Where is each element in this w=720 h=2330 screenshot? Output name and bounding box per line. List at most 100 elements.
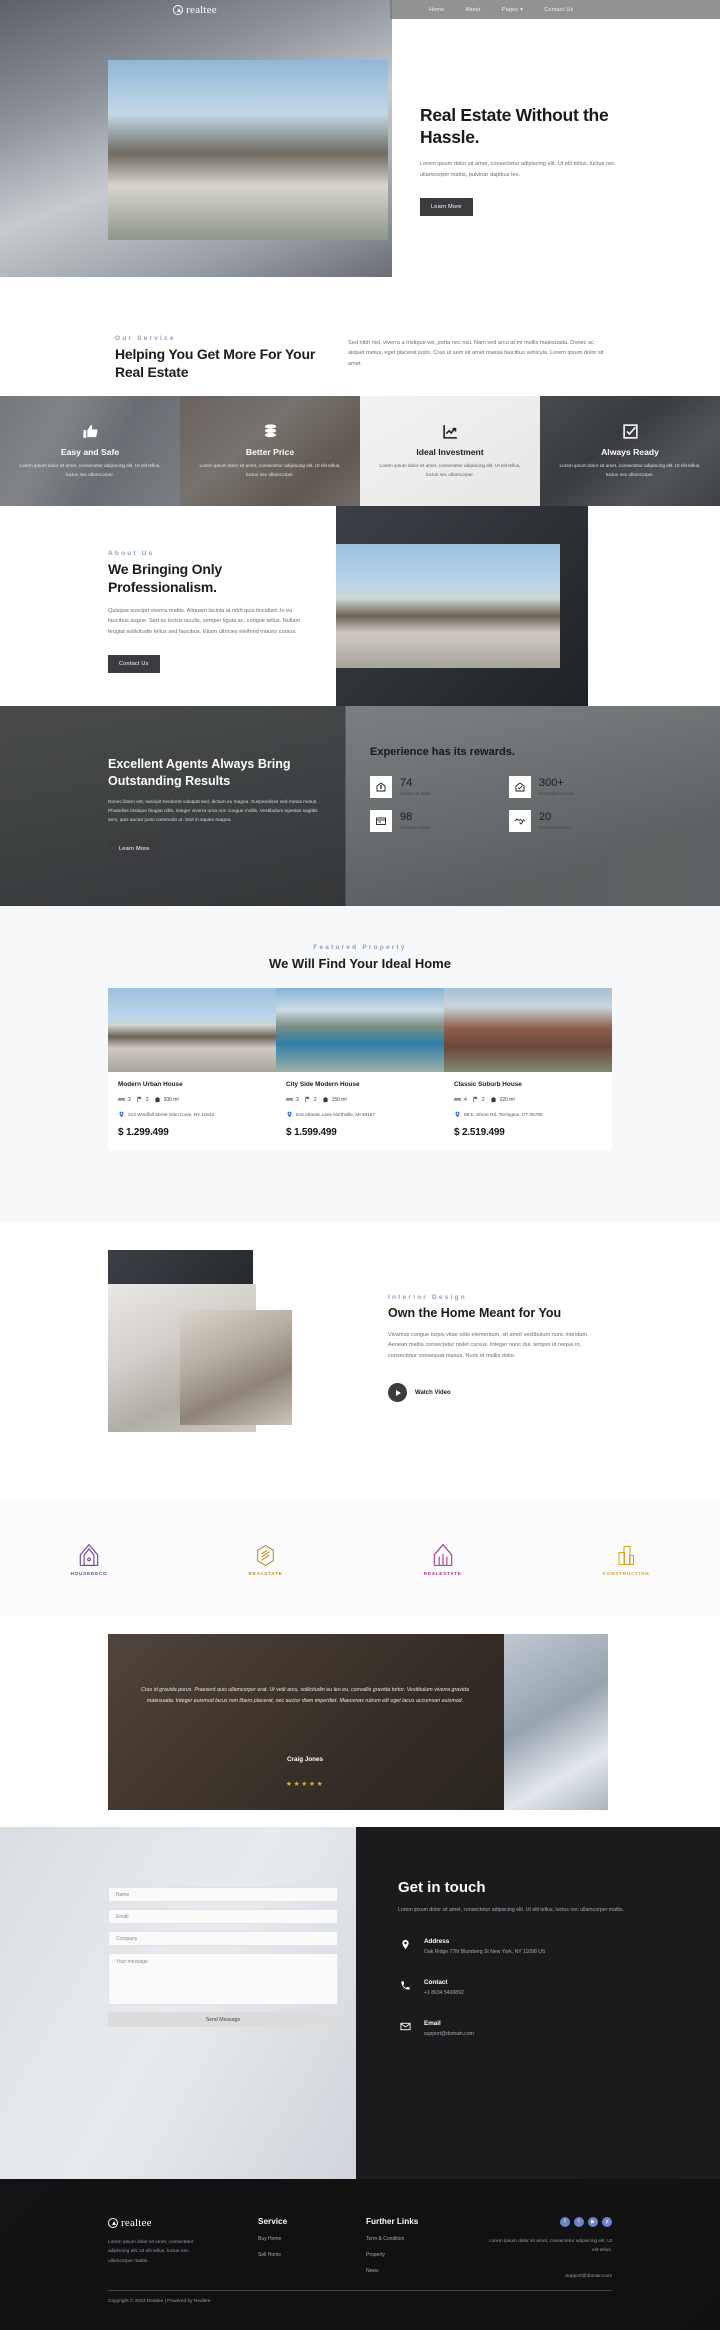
spec-area-value: 150 m² <box>331 1096 348 1103</box>
coins-icon <box>262 423 279 440</box>
spec-beds-value: 3 <box>128 1096 131 1103</box>
brand-logo-label: HOUSEDECO <box>70 1571 108 1576</box>
about-section: About Us We Bringing Only Professionalis… <box>0 506 720 706</box>
pinterest-icon[interactable]: p <box>602 2217 612 2227</box>
testimonial-side-image <box>504 1634 608 1810</box>
contact-block-value: Oak Ridge 77th Blumberg St New York, NY … <box>424 1948 546 1955</box>
about-image <box>336 544 560 668</box>
footer-about-text: Lorem ipsum dolor sit amet, consectetur … <box>108 2240 194 2264</box>
footer-link-sell-home[interactable]: Sell Home <box>258 2252 366 2258</box>
agents-learn-more-button[interactable]: Learn More <box>108 839 161 858</box>
social-links: f t ▶ p <box>484 2217 612 2227</box>
spec-area: 200 m² <box>154 1096 179 1103</box>
bath-flag-icon <box>305 1096 310 1103</box>
nav-item-pages[interactable]: Pages ▾ <box>502 7 524 13</box>
stat-value: 300+ <box>539 776 564 789</box>
about-title: We Bringing Only Professionalism. <box>108 561 222 595</box>
stat-managed-house: 300+ Managed House <box>509 776 630 798</box>
message-textarea[interactable]: Your message <box>108 1953 338 2005</box>
footer-link-news[interactable]: News <box>366 2268 484 2274</box>
about-paragraph: Quisque suscipit viverra mattis. Aliquam… <box>108 608 301 635</box>
featured-header: Featured Property We Will Find Your Idea… <box>0 906 720 971</box>
facebook-icon[interactable]: f <box>560 2217 570 2227</box>
footer-links-column: Further Links Term & Condition Property … <box>366 2217 484 2278</box>
check-square-icon <box>622 423 639 440</box>
footer-link-property[interactable]: Property <box>366 2252 484 2258</box>
service-intro-left: Our Service Helping You Get More For You… <box>115 335 325 381</box>
twitter-icon[interactable]: t <box>574 2217 584 2227</box>
service-paragraph: Sed nibh nisl, viverra a tristique vel, … <box>348 340 604 367</box>
stat-label: Home on Sale <box>400 791 431 797</box>
property-card[interactable]: City Side Modern House 3 2 150 m² 616 At… <box>276 988 444 1150</box>
spec-beds: 3 <box>286 1096 299 1103</box>
footer-social-column: f t ▶ p Lorem ipsum dolor sit amet, cons… <box>484 2217 612 2278</box>
about-eyebrow: About Us <box>108 550 155 557</box>
interior-paragraph: Vivamus congue turpis vitae odio element… <box>388 1332 589 1359</box>
property-card[interactable]: Modern Urban House 3 3 200 m² 213 Windfa… <box>108 988 276 1150</box>
service-card-ideal-investment[interactable]: Ideal Investment Lorem ipsum dolor sit a… <box>360 396 540 506</box>
navbar-menu: Home About Pages ▾ Contact Us <box>390 0 720 19</box>
hero-title: Real Estate Without the Hassle. <box>420 105 609 147</box>
testimonial-rating-stars: ★★★★★ <box>285 1781 325 1788</box>
hero-learn-more-button[interactable]: Learn More <box>420 198 473 217</box>
nav-item-pages-label: Pages <box>501 6 519 13</box>
send-message-button[interactable]: Send Message <box>108 2012 338 2027</box>
play-icon <box>388 1383 407 1403</box>
property-price: $ 1.299.499 <box>118 1127 169 1138</box>
card-title: Ideal Investment <box>416 447 484 458</box>
email-input[interactable]: Email <box>108 1909 338 1924</box>
thumbs-up-icon <box>82 423 99 440</box>
name-input[interactable]: Name <box>108 1887 338 1902</box>
bath-flag-icon <box>473 1096 478 1103</box>
spec-baths: 3 <box>136 1096 149 1103</box>
card-description: Lorem ipsum dolor sit amet, consectetur … <box>19 463 161 477</box>
property-specs: 3 2 150 m² <box>286 1096 434 1103</box>
card-title: Easy and Safe <box>60 447 120 458</box>
property-card[interactable]: Classic Suburb House 4 2 220 m² 88 E. Sh… <box>444 988 612 1150</box>
about-contact-us-button[interactable]: Contact Us <box>108 655 160 674</box>
get-in-touch-paragraph: Lorem ipsum dolor sit amet, consectetur … <box>398 1907 625 1913</box>
footer-about-column: realtee Lorem ipsum dolor sit amet, cons… <box>108 2217 258 2278</box>
nav-item-contact-us[interactable]: Contact Us <box>544 7 573 13</box>
footer-link-buy-home[interactable]: Buy Home <box>258 2236 366 2242</box>
watch-video-button[interactable]: Watch Video <box>388 1383 600 1403</box>
hex-layers-logo-icon <box>257 1544 274 1566</box>
home-check-icon <box>509 776 531 798</box>
property-image <box>444 988 612 1072</box>
footer-brand-logo[interactable]: realtee <box>108 2217 258 2229</box>
company-input[interactable]: Company <box>108 1931 338 1946</box>
footer-support-email[interactable]: Support@domain.com <box>484 2273 612 2278</box>
contact-block-email: Email support@domain.com <box>398 2020 720 2039</box>
brand-logo-housedeco: HOUSEDECO <box>71 1543 108 1576</box>
landing-page: realtee Home About Pages ▾ Contact Us Re… <box>0 0 720 2330</box>
spec-beds: 4 <box>454 1096 467 1103</box>
property-address-text: 213 Windfall Street Glen Cove, NY 11542 <box>128 1112 215 1117</box>
contact-block-address: Address Oak Ridge 77th Blumberg St New Y… <box>398 1938 720 1957</box>
card-description: Lorem ipsum dolor sit amet, consectetur … <box>199 463 341 477</box>
footer-link-terms[interactable]: Term & Condition <box>366 2236 484 2242</box>
home-area-icon <box>154 1096 160 1103</box>
contact-block-value: support@domain.com <box>424 2030 474 2037</box>
contact-block-title: Contact <box>424 1978 448 1986</box>
brand-logo[interactable]: realtee <box>173 4 217 16</box>
nav-item-home[interactable]: Home <box>429 7 444 13</box>
brand-logo-construction: CONSTRUCTION <box>603 1544 650 1576</box>
contact-block-contact: Contact +1 8634 5400892 <box>398 1979 720 1998</box>
property-name: Modern Urban House <box>118 1081 183 1088</box>
get-in-touch-title: Get in touch <box>398 1879 486 1896</box>
top-navbar: realtee Home About Pages ▾ Contact Us <box>0 0 720 19</box>
nav-item-about[interactable]: About <box>465 7 480 13</box>
agents-section: Excellent Agents Always Bring Outstandin… <box>0 706 720 906</box>
service-card-always-ready[interactable]: Always Ready Lorem ipsum dolor sit amet,… <box>540 396 720 506</box>
service-card-better-price[interactable]: Better Price Lorem ipsum dolor sit amet,… <box>180 396 360 506</box>
site-footer: realtee Lorem ipsum dolor sit amet, cons… <box>0 2179 720 2330</box>
featured-title: We Will Find Your Ideal Home <box>269 956 451 971</box>
service-card-easy-and-safe[interactable]: Easy and Safe Lorem ipsum dolor sit amet… <box>0 396 180 506</box>
stat-value: 20 <box>539 810 552 823</box>
bed-icon <box>286 1098 293 1101</box>
card-title: Better Price <box>245 447 295 458</box>
hero-copy: Real Estate Without the Hassle. Lorem ip… <box>420 105 625 217</box>
youtube-icon[interactable]: ▶ <box>588 2217 598 2227</box>
property-specs: 3 3 200 m² <box>118 1096 266 1103</box>
agents-paragraph: Donec libero est, suscipit hendrerit vol… <box>108 800 318 823</box>
